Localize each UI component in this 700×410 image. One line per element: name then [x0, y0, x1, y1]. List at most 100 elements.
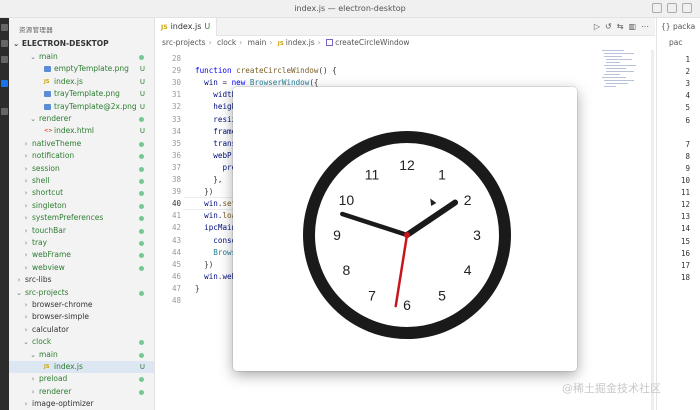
run-debug-icon[interactable] — [1, 108, 8, 115]
breadcrumb-item[interactable]: clock — [217, 38, 236, 47]
line-number: 11 — [680, 188, 690, 198]
clock-center-pin — [404, 232, 410, 238]
tree-item[interactable]: › touchBar — [9, 225, 154, 237]
clock-number: 6 — [403, 297, 411, 313]
more-actions-icon[interactable]: ⋯ — [641, 22, 649, 31]
editor-scrollbar[interactable] — [651, 50, 654, 410]
chevron-right-icon: › — [31, 375, 35, 384]
image-file-icon — [44, 66, 51, 73]
tree-item-label: browser-chrome — [32, 300, 93, 309]
breadcrumb: pac — [669, 38, 682, 47]
modified-dot-icon — [139, 377, 144, 383]
breadcrumb-item[interactable]: src-projects — [162, 38, 206, 47]
breadcrumb-item[interactable]: pac — [669, 38, 682, 47]
tree-item-label: trayTemplate.png — [54, 89, 120, 99]
tab-package-json[interactable]: {} packa — [661, 22, 695, 31]
tree-item[interactable]: › singleton — [9, 200, 154, 212]
line-number: 34 — [171, 126, 181, 136]
run-icon[interactable]: ▷ — [594, 22, 600, 31]
tree-item[interactable]: › nativeTheme — [9, 138, 154, 150]
tree-item[interactable]: › webFrame — [9, 249, 154, 261]
compare-icon[interactable]: ⇆ — [617, 22, 624, 31]
breadcrumb-item[interactable]: index.js — [286, 38, 315, 47]
chevron-right-icon: › — [31, 387, 35, 396]
layout-controls — [652, 3, 692, 13]
tree-item[interactable]: › notification — [9, 150, 154, 162]
tree-item[interactable]: › tray — [9, 237, 154, 249]
tree-item[interactable]: JS index.js U — [9, 76, 154, 88]
tree-item[interactable]: ⌄ src-projects — [9, 287, 154, 299]
modified-dot-icon — [139, 352, 144, 358]
toggle-sidebar-icon[interactable] — [652, 3, 662, 13]
project-title[interactable]: ⌄ ELECTRON-DESKTOP — [13, 39, 109, 48]
line-number: 44 — [171, 247, 181, 257]
tree-item[interactable]: emptyTemplate.png U — [9, 63, 154, 75]
line-number: 8 — [685, 151, 690, 161]
tab-index-js[interactable]: JS index.js U — [155, 18, 217, 36]
tree-item-label: emptyTemplate.png — [54, 64, 129, 74]
tree-item[interactable]: ⌄ renderer — [9, 113, 154, 125]
tree-item[interactable]: › systemPreferences — [9, 212, 154, 224]
history-icon[interactable]: ↺ — [605, 22, 612, 31]
line-number: 15 — [680, 236, 690, 246]
tree-item[interactable]: › calculator — [9, 324, 154, 336]
tree-item[interactable]: trayTemplate.png U — [9, 88, 154, 100]
line-number: 10 — [680, 176, 690, 185]
tree-item-label: renderer — [39, 114, 72, 123]
tree-item[interactable]: › shell — [9, 175, 154, 187]
line-number: 39 — [171, 187, 181, 197]
breadcrumb-item[interactable]: main — [248, 38, 267, 47]
tree-item[interactable]: › browser-simple — [9, 311, 154, 323]
breadcrumb-item[interactable]: createCircleWindow — [335, 38, 409, 47]
line-number: 6 — [685, 115, 690, 125]
tree-item[interactable]: › preload — [9, 373, 154, 385]
line-number: 5 — [685, 103, 690, 113]
line-number: 2 — [685, 67, 690, 77]
search-icon[interactable] — [1, 40, 8, 47]
git-status-badge: U — [139, 127, 145, 136]
toggle-panel-icon[interactable] — [667, 3, 677, 13]
modified-dot-icon — [139, 203, 144, 209]
extension-badge-icon[interactable] — [1, 80, 8, 87]
tree-item-label: systemPreferences — [32, 213, 104, 223]
explorer-icon[interactable] — [1, 24, 8, 31]
line-number: 16 — [680, 248, 690, 258]
json-file-icon: {} — [661, 22, 673, 31]
tree-item[interactable]: ⌄ clock — [9, 336, 154, 348]
explorer-sidebar: 资源管理器 ⌄ ELECTRON-DESKTOP ⌄ main emptyTempl… — [9, 18, 155, 410]
line-number: 46 — [171, 271, 181, 281]
line-number: 18 — [680, 272, 690, 282]
tree-item[interactable]: › image-optimizer — [9, 398, 154, 410]
line-number: 35 — [171, 138, 181, 148]
tree-item[interactable]: <> index.html U — [9, 125, 154, 137]
tree-item-label: trayTemplate@2x.png — [54, 101, 137, 111]
minimap[interactable] — [600, 50, 655, 110]
tree-item-label: webview — [32, 262, 65, 272]
watermark: @稀土掘金技术社区 — [562, 382, 661, 395]
project-name: ELECTRON-DESKTOP — [21, 39, 109, 48]
tree-item[interactable]: › renderer — [9, 386, 154, 398]
tree-item[interactable]: JS index.js U — [9, 361, 154, 374]
chevron-right-icon: › — [24, 226, 28, 235]
tree-item[interactable]: ⌄ main — [9, 349, 154, 361]
tree-item[interactable]: › src-libs — [9, 274, 154, 286]
tree-item[interactable]: ⌄ main — [9, 51, 154, 63]
split-editor-icon[interactable]: ▥ — [628, 22, 636, 31]
tree-item[interactable]: › shortcut — [9, 187, 154, 199]
source-control-icon[interactable] — [1, 56, 8, 63]
chevron-right-icon: › — [24, 164, 28, 173]
chevron-right-icon: › — [269, 38, 273, 47]
tree-item[interactable]: › browser-chrome — [9, 299, 154, 311]
tree-item[interactable]: › webview — [9, 262, 154, 274]
chevron-right-icon: › — [208, 38, 212, 47]
line-number: 47 — [171, 283, 181, 293]
clock-window[interactable]: 12 1 2 3 4 5 6 7 8 9 10 11 — [233, 87, 577, 371]
image-file-icon — [44, 103, 51, 110]
line-number: 3 — [685, 79, 690, 89]
line-number: 14 — [680, 224, 690, 234]
modified-dot-icon — [139, 179, 144, 184]
tree-item[interactable]: trayTemplate@2x.png U — [9, 101, 154, 113]
toggle-secondary-sidebar-icon[interactable] — [682, 3, 692, 13]
tree-item[interactable]: › session — [9, 163, 154, 175]
modified-dot-icon — [139, 216, 144, 222]
